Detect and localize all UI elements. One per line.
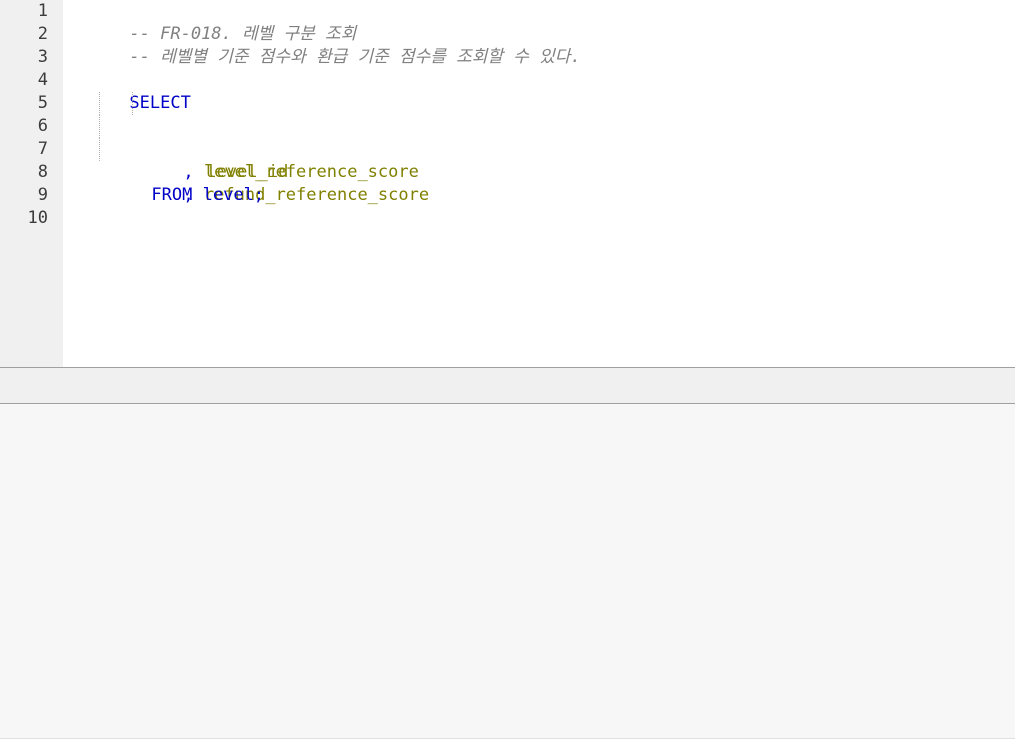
- code-line-1[interactable]: -- FR-018. 레벨 구분 조회: [68, 0, 1015, 44]
- code-line-8[interactable]: FROM level;: [68, 161, 1015, 205]
- code-line-5[interactable]: level_id: [68, 92, 1015, 182]
- indent-guide: [99, 92, 100, 115]
- pane-splitter[interactable]: [0, 367, 1015, 404]
- line-number-gutter: 1 2 3 4 5 6 7 8 9 10: [0, 0, 63, 367]
- code-line-9[interactable]: [68, 184, 1015, 207]
- line-number: 9: [37, 185, 48, 205]
- sql-editor[interactable]: 1 2 3 4 5 6 7 8 9 10 -- FR-018. 레벨 구분 조회…: [0, 0, 1015, 367]
- line-number: 3: [37, 47, 48, 67]
- code-line-10[interactable]: [68, 207, 1015, 230]
- code-area[interactable]: -- FR-018. 레벨 구분 조회 -- 레벨별 기준 점수와 환급 기준 …: [68, 0, 1015, 230]
- line-number: 8: [37, 162, 48, 182]
- line-number: 6: [37, 116, 48, 136]
- line-number: 2: [37, 24, 48, 44]
- code-line-3[interactable]: [68, 46, 1015, 69]
- result-pane[interactable]: [0, 404, 1015, 739]
- code-line-6[interactable]: , level_reference_score: [68, 115, 1015, 182]
- code-line-2[interactable]: -- 레벨별 기준 점수와 환급 기준 점수를 조회할 수 있다.: [68, 23, 1015, 67]
- line-number: 5: [37, 93, 48, 113]
- code-line-7[interactable]: , refund_reference_score: [68, 138, 1015, 205]
- line-number: 4: [37, 70, 48, 90]
- indent-guide: [99, 115, 100, 138]
- line-number: 10: [27, 208, 48, 228]
- line-number: 1: [37, 1, 48, 21]
- line-number: 7: [37, 139, 48, 159]
- indent-guide: [99, 138, 100, 161]
- code-line-4[interactable]: SELECT: [68, 69, 1015, 113]
- indent-guide: [132, 92, 133, 115]
